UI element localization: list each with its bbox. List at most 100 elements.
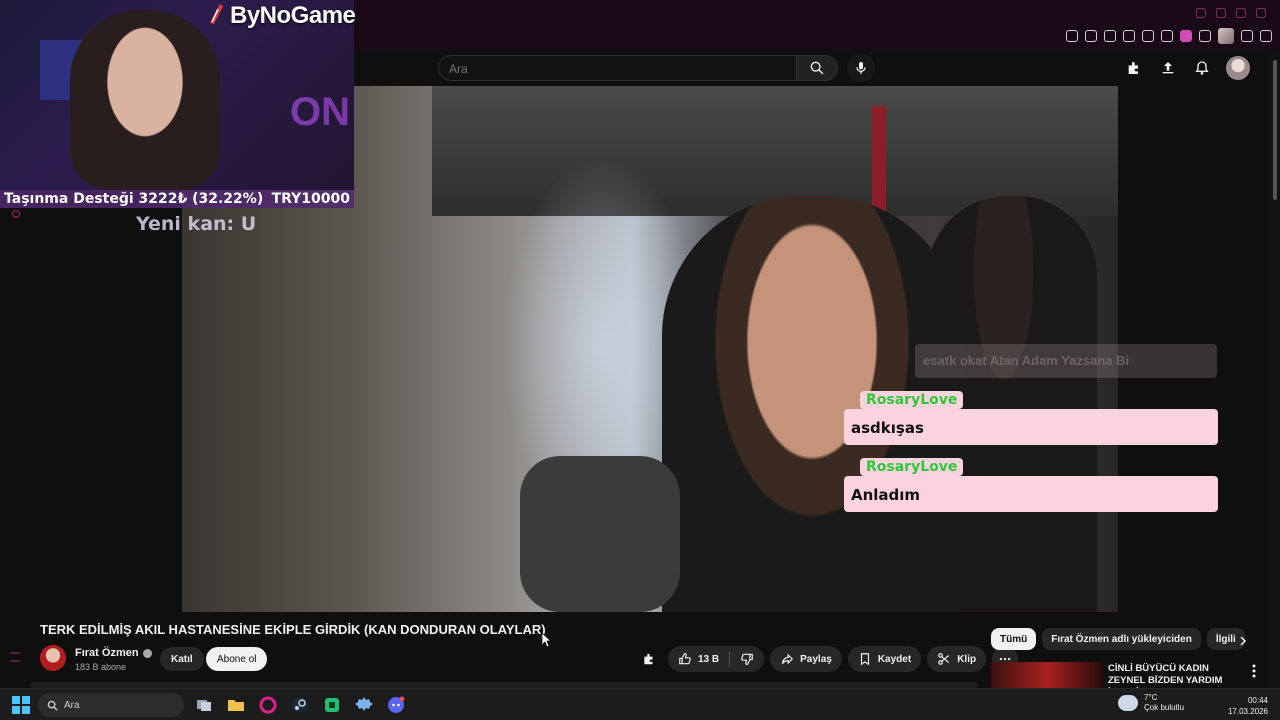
chip-all[interactable]: Tümü [991,628,1037,650]
mouse-cursor-icon [542,633,552,647]
bynogame-logo-icon [210,4,223,24]
channel-avatar[interactable] [40,645,66,671]
bookmark-icon [860,653,869,666]
recommendation-more-button[interactable] [1248,663,1260,679]
filter-chips: Tümü Fırat Özmen adlı yükleyiciden İlgil… [991,628,1245,650]
search-box[interactable] [438,55,796,82]
weather-widget[interactable]: 7°C Çok bulutlu [1118,693,1184,713]
close-icon[interactable] [1256,8,1266,18]
recommendation-thumbnail[interactable] [991,662,1103,688]
video-frame-glove [520,456,680,612]
page-scrollbar[interactable] [1270,50,1280,688]
download-icon[interactable] [1241,30,1253,42]
shield-icon[interactable] [1104,30,1116,42]
windows-taskbar: Ara 7°C Çok bulutlu 00:44 17.03.2026 [0,688,1280,720]
play-icon[interactable] [1142,30,1154,42]
task-view-icon[interactable] [192,693,216,717]
subscriber-count: 183 B abone [75,662,127,672]
streamer-face [70,10,220,190]
join-button[interactable]: Katıl [160,647,204,671]
chat-username: RosaryLove [860,458,964,476]
puzzle-icon[interactable] [1199,30,1211,42]
window-controls[interactable] [1196,8,1266,18]
chat-username: RosaryLove [860,391,964,409]
channel-name-link[interactable]: Fırat Özmen [75,647,152,659]
video-title: TERK EDİLMİŞ AKIL HASTANESİNE EKİPLE GİR… [40,622,546,637]
dislike-button[interactable] [730,646,764,672]
obs-helper-icon[interactable] [320,693,344,717]
weather-info: 7°C Çok bulutlu [1144,693,1184,713]
thumbs-down-icon [741,653,753,665]
discord-icon[interactable] [384,693,408,717]
heart-icon[interactable] [1161,30,1173,42]
weather-condition: Çok bulutlu [1144,703,1185,712]
video-actions: 13 B Paylaş Kaydet Klip [636,646,1019,672]
microphone-icon [856,62,866,74]
settings-app-icon[interactable] [352,693,376,717]
neon-sign: ON [290,90,350,134]
file-explorer-icon[interactable] [224,693,248,717]
video-frame-pipe [872,106,886,216]
like-button[interactable]: 13 B [668,646,729,672]
taskbar-search-label: Ara [64,699,80,711]
channel-name: Fırat Özmen [75,647,139,659]
windows-start-icon[interactable] [12,696,30,714]
verified-badge-icon [142,648,152,658]
cloud-icon [1118,695,1138,711]
search-button[interactable] [796,55,838,81]
vpn-icon[interactable] [1123,30,1135,42]
search-icon [810,61,824,75]
side-decoration [10,652,22,668]
search-icon [47,700,58,711]
chip-from-uploader[interactable]: Fırat Özmen adlı yükleyiciden [1042,628,1201,650]
menu-icon[interactable] [1260,30,1272,42]
record-indicator-icon [12,210,20,218]
opera-gx-icon[interactable] [256,693,280,717]
brand-logo: ByNoGame [206,2,356,30]
save-label: Kaydet [877,653,912,665]
donation-goal-bar: Taşınma Desteği 3222₺ (32.22%) TRY10000 [0,190,354,208]
taskbar-clock[interactable]: 00:44 17.03.2026 [1228,695,1268,717]
taskbar-apps [192,693,408,717]
chat-message: asdkışas [844,409,1218,445]
clock-date: 17.03.2026 [1227,707,1268,716]
search-input[interactable] [439,56,796,82]
chat-message-faded: esatk okat Atan Adam Yazsana Bi [915,344,1217,378]
header-actions [1124,56,1250,80]
chat-message: Anladım [844,476,1218,512]
extension-action-button[interactable] [636,646,662,672]
clip-button[interactable]: Klip [927,646,987,672]
upload-icon[interactable] [1158,58,1178,78]
like-dislike-group: 13 B [668,646,765,672]
scissors-icon [938,653,950,665]
minimize-icon[interactable] [1216,8,1226,18]
notifications-bell-icon[interactable] [1192,58,1212,78]
subscribe-button[interactable]: Abone ol [206,647,268,671]
extension-icon[interactable] [1085,30,1097,42]
share-label: Paylaş [800,653,832,665]
profile-avatar[interactable] [1218,28,1234,44]
steam-icon[interactable] [288,693,312,717]
donation-goal-target: TRY10000 [271,191,350,207]
clock-time: 00:44 [1247,696,1268,705]
taskbar-search[interactable]: Ara [38,693,184,717]
new-blood-label: Yeni kan: U [136,213,257,235]
messenger-icon[interactable] [1180,30,1192,42]
user-avatar[interactable] [1226,56,1250,80]
save-button[interactable]: Kaydet [847,646,922,672]
chips-next-button[interactable] [1234,632,1252,650]
brand-name: ByNoGame [230,2,356,29]
puzzle-icon [644,653,653,665]
maximize-icon[interactable] [1236,8,1246,18]
search-icon[interactable] [1196,8,1206,18]
extension-bar [1066,28,1272,44]
donation-goal-label: Taşınma Desteği 3222₺ (32.22%) [4,191,264,207]
extension-puzzle-icon[interactable] [1124,58,1144,78]
share-icon [781,653,794,665]
scrollbar-thumb[interactable] [1273,60,1277,200]
pin-icon[interactable] [1066,30,1078,42]
share-button[interactable]: Paylaş [770,646,842,672]
more-vertical-icon [1252,664,1256,678]
voice-search-button[interactable] [847,54,875,82]
clip-label: Klip [957,653,977,665]
